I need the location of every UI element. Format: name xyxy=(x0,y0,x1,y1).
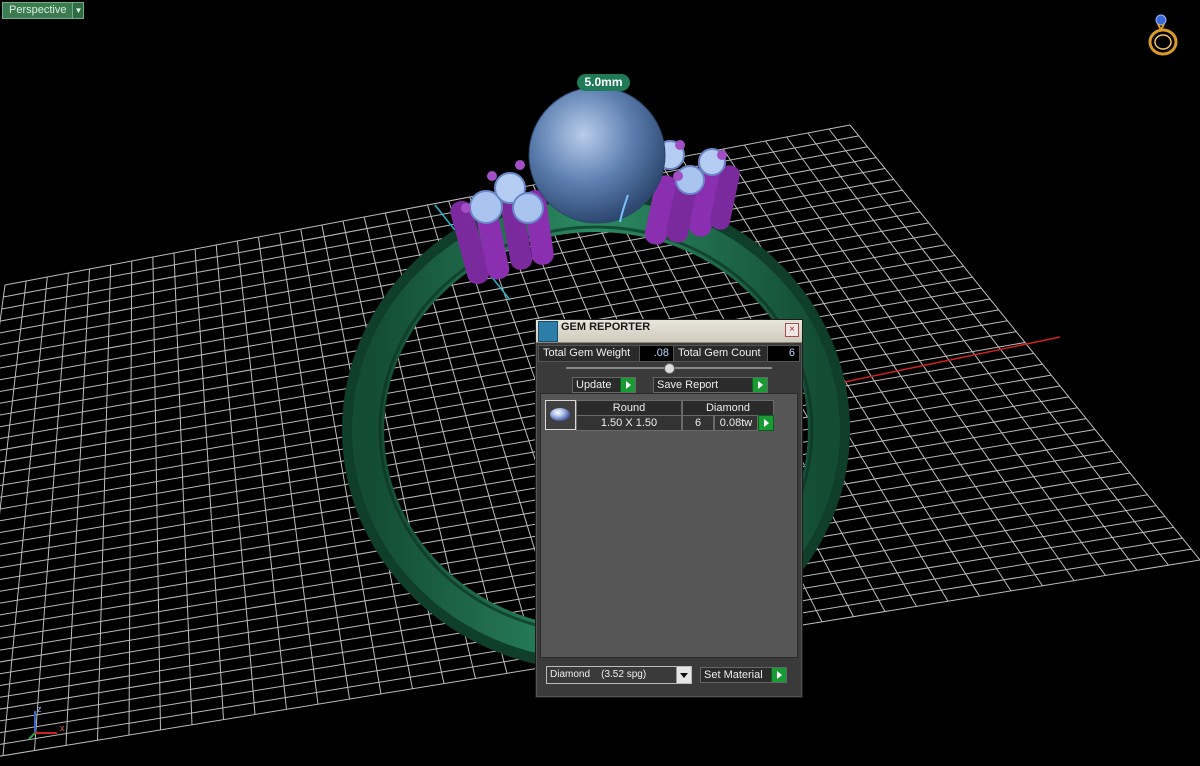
grid-line xyxy=(807,132,1138,571)
round-diamond-thumbnail[interactable] xyxy=(545,400,576,430)
save-report-button[interactable]: Save Report xyxy=(653,377,768,393)
material-select-value: Diamond (3.52 spg) xyxy=(550,669,647,680)
grid-line xyxy=(0,284,6,326)
chevron-down-icon[interactable] xyxy=(676,667,691,683)
grid-line xyxy=(0,280,27,515)
total-gem-count-label: Total Gem Count xyxy=(673,345,770,362)
view-dropdown-arrow-icon[interactable]: ▼ xyxy=(72,3,84,18)
grid-line xyxy=(849,124,1200,561)
close-icon[interactable]: × xyxy=(785,323,799,337)
update-button-label: Update xyxy=(576,379,612,391)
gem-reporter-app-icon xyxy=(538,321,558,342)
update-button[interactable]: Update xyxy=(572,377,636,393)
total-gem-weight-label: Total Gem Weight xyxy=(538,345,640,362)
axis-z-label: z xyxy=(37,704,42,714)
gem-list: Round Diamond 1.50 X 1.50 6 0.08tw xyxy=(540,393,798,658)
3d-viewport[interactable]: Perspective ▼ 5.0mm z x GEM REPORTER × T… xyxy=(0,0,1200,766)
update-go-icon[interactable] xyxy=(620,378,635,392)
header-material: Diamond xyxy=(682,400,774,416)
gem-stats-row: Total Gem Weight .08 Total Gem Count 6 xyxy=(536,345,802,362)
total-gem-count-value: 6 xyxy=(767,345,800,362)
round-stone-icon xyxy=(550,408,570,421)
grid-line xyxy=(828,128,1169,566)
view-label: Perspective xyxy=(9,4,67,16)
gem-size-cell: 1.50 X 1.50 xyxy=(576,415,682,431)
gem-reporter-panel: GEM REPORTER × Total Gem Weight .08 Tota… xyxy=(535,319,803,698)
axis-x-label: x xyxy=(60,723,65,733)
save-report-go-icon[interactable] xyxy=(752,378,767,392)
row-select-go-icon[interactable] xyxy=(758,415,774,431)
set-material-button[interactable]: Set Material xyxy=(700,667,787,683)
axis-gizmo: z x xyxy=(28,704,65,740)
gem-weight-cell: 0.08tw xyxy=(714,415,758,431)
panel-slider-knob[interactable] xyxy=(664,363,675,374)
set-material-go-icon[interactable] xyxy=(771,668,786,682)
grid-line xyxy=(0,331,1017,510)
save-report-button-label: Save Report xyxy=(657,379,719,391)
ring-navigator-icon[interactable] xyxy=(1143,12,1183,57)
set-material-button-label: Set Material xyxy=(704,669,763,681)
gem-count-cell: 6 xyxy=(682,415,714,431)
view-selector[interactable]: Perspective ▼ xyxy=(2,2,85,19)
material-select[interactable]: Diamond (3.52 spg) xyxy=(546,666,692,684)
total-gem-weight-value: .08 xyxy=(639,345,674,362)
panel-titlebar[interactable]: GEM REPORTER × xyxy=(536,320,802,343)
grid-line xyxy=(0,342,1026,522)
dimension-badge: 5.0mm xyxy=(577,74,630,91)
panel-title: GEM REPORTER xyxy=(561,321,651,333)
header-shape: Round xyxy=(576,400,682,416)
center-stone xyxy=(528,86,666,224)
grid-line xyxy=(0,385,1061,569)
